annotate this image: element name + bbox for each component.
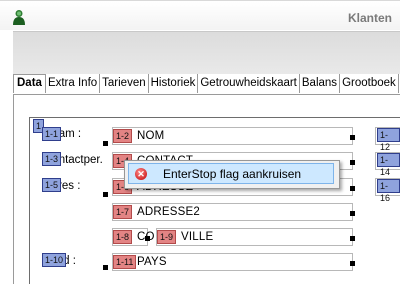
tab-tarieven[interactable]: Tarieven [100,74,149,93]
ville-value: VILLE [181,231,214,243]
user-icon [13,10,25,25]
resize-handle[interactable] [350,135,355,140]
land-label-badge: 1-10 [42,253,67,267]
land-value: PAYS [137,256,167,268]
tab-grootboek[interactable]: Grootboek [340,74,399,93]
title-bar: Klanten [0,2,400,30]
right-badge-3: 1-16 [377,179,400,203]
resize-handle[interactable] [103,265,108,270]
naam-value: NOM [137,130,165,142]
window-title: Klanten [347,11,392,25]
adres-label-badge: 1-5 [42,178,62,192]
resize-handle[interactable] [350,261,355,266]
stop-icon: ✕ [135,168,147,180]
resize-handle[interactable] [350,211,355,216]
resize-handle[interactable] [103,141,108,146]
resize-handle[interactable] [350,236,355,241]
naam-field-badge: 1-2 [113,129,133,143]
adres2-field[interactable]: ADRESSE2 [112,203,355,221]
tab-historiek[interactable]: Historiek [148,74,199,93]
naam-field[interactable]: NOM [112,127,355,145]
resize-handle[interactable] [350,160,355,165]
land-field[interactable]: PAYS [112,253,355,271]
resize-handle[interactable] [145,236,150,241]
ville-field[interactable]: VILLE [156,228,355,246]
contact-label-badge: 1-3 [42,152,62,166]
client-window: Klanten Data Extra Info Tarieven Histori… [0,0,400,284]
naam-label-badge: 1-1 [42,127,62,141]
header-band [13,31,400,74]
adres2-field-badge: 1-7 [113,205,133,219]
tab-balans[interactable]: Balans [299,74,341,93]
adres2-value: ADRESSE2 [137,206,200,218]
enterstop-menu-item[interactable]: ✕ EnterStop flag aankruisen [128,163,334,184]
resize-handle[interactable] [103,192,108,197]
land-field-badge: 1-11 [113,255,137,269]
right-badge-1: 1-12 [377,128,400,152]
ville-field-badge: 1-9 [157,230,177,244]
resize-handle[interactable] [350,186,355,191]
tab-extra-info[interactable]: Extra Info [45,74,101,93]
enterstop-label: EnterStop flag aankruisen [163,167,302,181]
context-menu: ✕ EnterStop flag aankruisen [124,160,340,189]
postcode-field-badge: 1-8 [113,230,133,244]
tab-data[interactable]: Data [13,74,46,93]
right-badge-2: 1-14 [377,153,400,177]
tab-bar: Data Extra Info Tarieven Historiek Getro… [13,74,400,94]
tab-getrouwheidskaart[interactable]: Getrouwheidskaart [198,74,300,93]
